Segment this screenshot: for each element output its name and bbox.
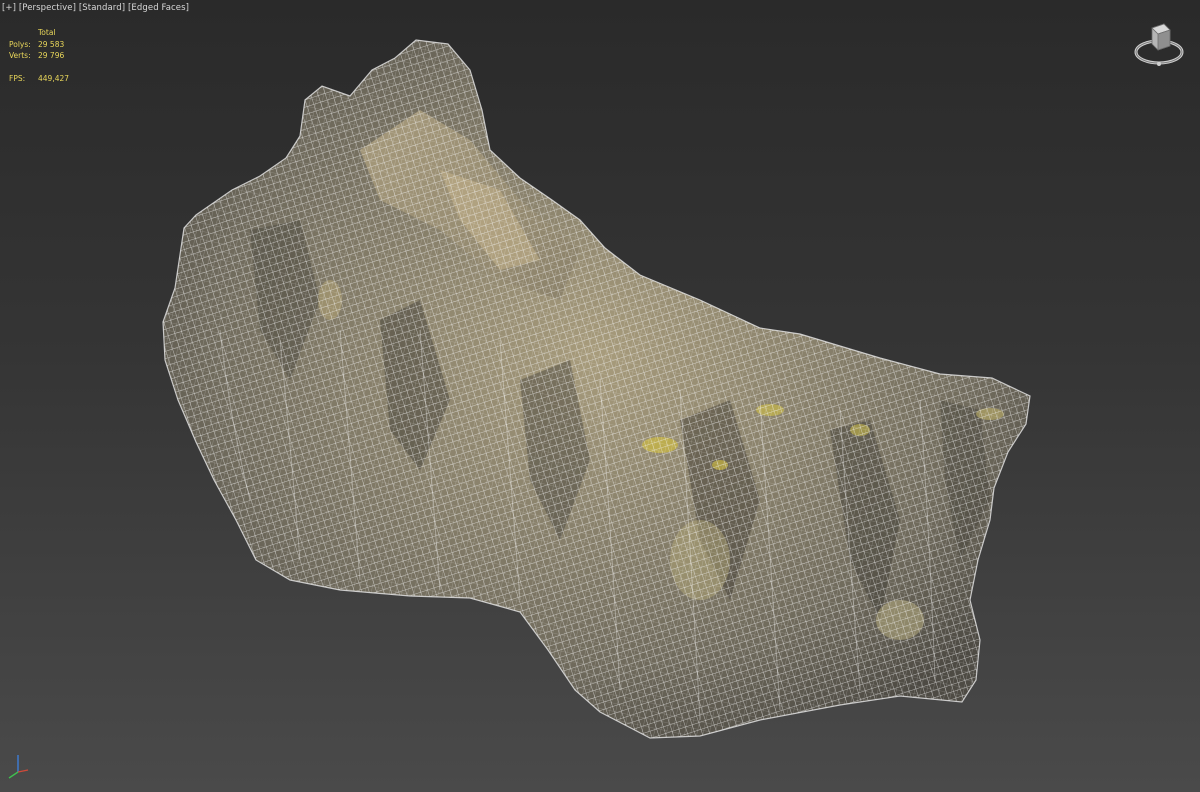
axis-tripod-icon	[8, 755, 29, 779]
viewport-edges-label[interactable]: [Edged Faces]	[128, 3, 189, 13]
viewport-view-label[interactable]: [Perspective]	[19, 3, 76, 13]
verts-value: 29 796	[38, 51, 65, 60]
stats-polys-row: Polys: 29 583	[9, 39, 69, 51]
viewcube-icon[interactable]	[1130, 20, 1188, 72]
fps-label: FPS:	[9, 73, 26, 83]
viewport[interactable]: [+] [Perspective] [Standard] [Edged Face…	[0, 0, 1200, 792]
rock-mesh[interactable]	[0, 0, 1200, 792]
viewport-label-bar: [+] [Perspective] [Standard] [Edged Face…	[2, 3, 189, 13]
viewport-menu-plus[interactable]: [+]	[2, 3, 16, 13]
verts-label: Verts:	[9, 51, 31, 60]
polys-value: 29 583	[38, 39, 65, 49]
stats-header: Total	[38, 28, 56, 37]
stats-fps-row: FPS: 449,427	[9, 73, 69, 85]
stats-verts-row: Verts: 29 796	[9, 50, 69, 62]
polys-label: Polys:	[9, 39, 31, 49]
stats-overlay: Total Polys: 29 583 Verts: 29 796 FPS: 4…	[9, 27, 69, 84]
fps-value: 449,427	[38, 73, 70, 83]
viewport-shading-label[interactable]: [Standard]	[79, 3, 125, 13]
